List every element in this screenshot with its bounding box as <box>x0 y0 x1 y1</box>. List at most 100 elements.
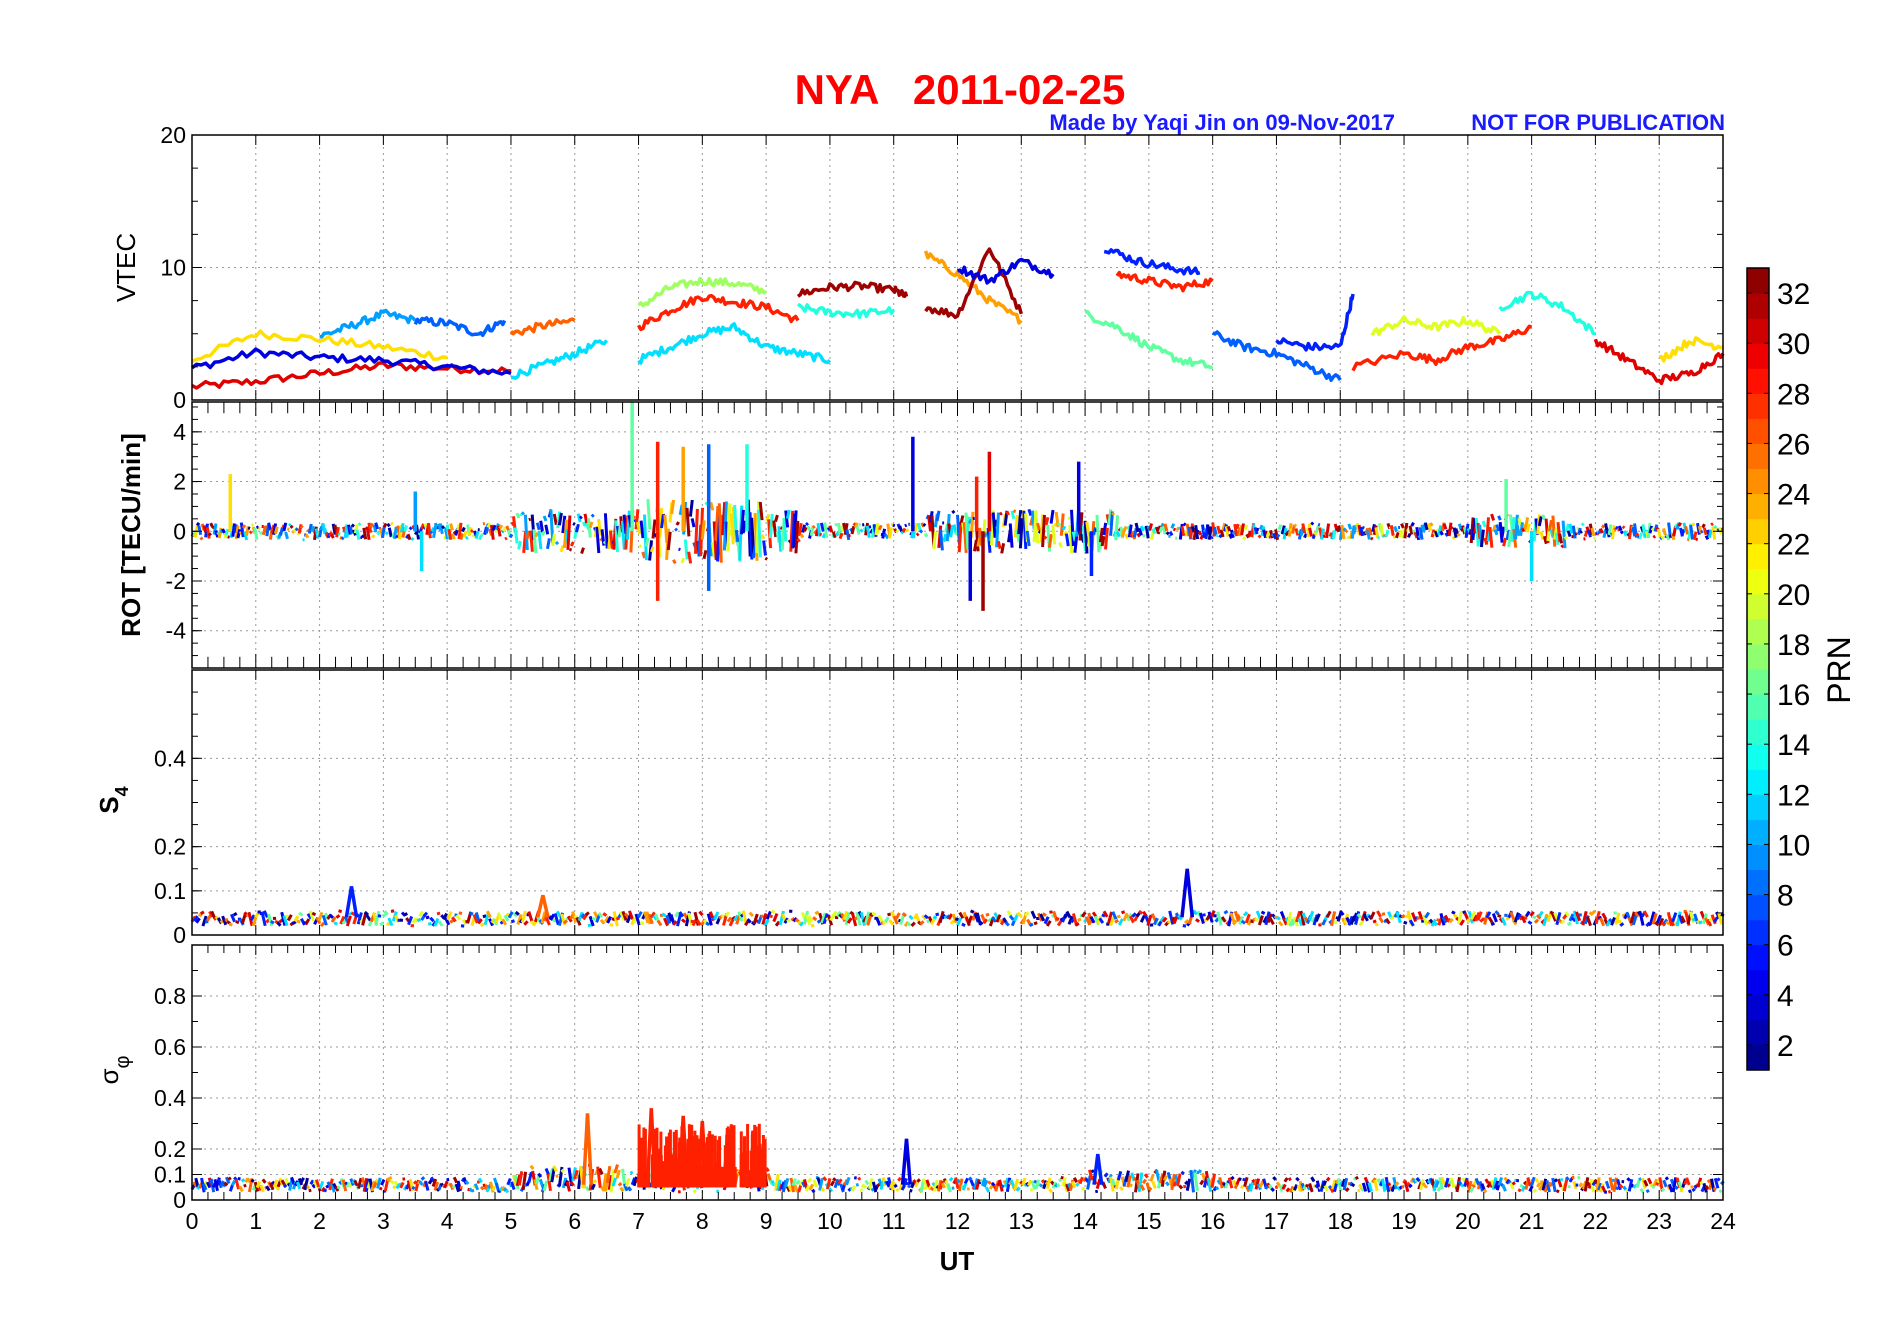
sigma-trace-segment <box>820 1187 826 1192</box>
sigma-label-main: σ <box>94 1068 124 1084</box>
sigma-trace-segment <box>420 1176 426 1181</box>
rot-trace-segment <box>1423 522 1429 531</box>
y-tick-label: 4 <box>173 419 186 445</box>
rot-trace-segment <box>537 530 543 550</box>
sigma-trace-segment <box>897 1176 902 1182</box>
rot-trace-segment <box>528 517 532 522</box>
rot-trace-segment <box>532 529 538 554</box>
rot-trace-segment <box>1451 535 1456 540</box>
colorbar-tick-label: 6 <box>1777 930 1794 963</box>
rot-trace-segment <box>1005 510 1011 516</box>
x-tick-label: 19 <box>1391 1208 1417 1234</box>
colorbar-segment <box>1747 493 1769 520</box>
rot-trace-segment <box>1580 522 1585 527</box>
s4-trace-segment <box>338 909 343 914</box>
sigma-trace-segment <box>822 1176 828 1182</box>
colorbar-segment <box>1747 869 1769 896</box>
rot-trace-segment <box>1384 529 1390 538</box>
s4-trace-segment <box>390 909 395 913</box>
colorbar-label: PRN <box>1821 636 1857 704</box>
rot-trace-segment <box>1394 531 1400 539</box>
rot-trace-segment <box>688 499 694 517</box>
rot-trace-segment <box>796 538 801 543</box>
rot-trace-segment <box>1614 525 1619 530</box>
rot-trace-segment <box>1479 529 1485 548</box>
rot-trace-segment <box>1322 534 1326 538</box>
sigma-trace-segment <box>1460 1183 1465 1188</box>
rot-trace-segment <box>382 522 388 528</box>
colorbar-tick-label: 10 <box>1777 829 1810 862</box>
rot-trace-segment <box>1102 522 1108 536</box>
rot-trace-segment <box>1226 525 1232 532</box>
rot-trace-segment <box>644 537 650 547</box>
s4-trace-segment <box>639 920 645 926</box>
s4-trace-segment <box>482 914 487 919</box>
s4-trace-segment <box>1403 920 1408 925</box>
rot-trace-segment <box>1408 525 1414 535</box>
sigma-trace-segment <box>378 1186 383 1191</box>
sigma-trace-segment <box>1534 1177 1540 1183</box>
rot-trace-segment <box>1367 527 1373 536</box>
rot-trace-segment <box>441 525 446 530</box>
sigma-trace-segment <box>1578 1182 1584 1188</box>
rot-trace-segment <box>1447 522 1453 537</box>
s4-trace-segment <box>1167 920 1171 924</box>
rot-trace-segment <box>1139 525 1145 532</box>
rot-trace-segment <box>819 522 825 532</box>
s4-trace-segment <box>311 911 317 917</box>
s4-trace-segment <box>794 918 800 923</box>
sigma-trace-segment <box>505 1189 510 1194</box>
x-tick-label: 23 <box>1646 1208 1672 1234</box>
rot-trace-segment <box>1539 531 1545 541</box>
rot-trace-segment <box>1449 525 1454 530</box>
rot-trace-segment <box>680 557 686 564</box>
rot-trace-segment <box>1148 523 1154 531</box>
rot-trace-segment <box>195 521 201 527</box>
rot-trace-segment <box>1073 534 1079 553</box>
sigma-trace-segment <box>1718 1189 1723 1194</box>
rot-trace-segment <box>464 536 469 540</box>
x-tick-label: 11 <box>882 1208 906 1234</box>
rot-trace-segment <box>1707 529 1713 539</box>
rot-trace-segment <box>806 525 812 531</box>
rot-trace-segment <box>1240 523 1245 536</box>
s4-trace-segment <box>1497 913 1502 918</box>
rot-trace-segment <box>1560 544 1565 549</box>
s4-trace-segment <box>1619 922 1625 927</box>
sigma-trace-segment <box>1119 1185 1124 1192</box>
rot-trace-segment <box>1638 532 1644 540</box>
s4-trace-segment <box>204 920 209 924</box>
rot-trace-segment <box>649 546 655 553</box>
rot-trace-segment <box>297 523 303 534</box>
rot-trace-segment <box>1036 522 1041 531</box>
sigma-trace-segment <box>1040 1179 1046 1184</box>
rot-trace-segment <box>757 509 762 558</box>
sigma-trace-segment <box>1712 1186 1717 1191</box>
y-tick-label: 0.8 <box>154 983 186 1009</box>
rot-trace-segment <box>1701 523 1706 529</box>
s4-trace-segment <box>296 919 301 924</box>
s4-trace-segment <box>1049 910 1053 914</box>
s4-trace-segment <box>335 914 341 919</box>
s4-trace-segment <box>906 921 912 927</box>
sigma-trace-segment <box>1354 1175 1359 1180</box>
rot-trace-segment <box>670 499 676 515</box>
rot-trace-segment <box>1600 524 1606 529</box>
rot-trace-segment <box>520 511 525 516</box>
sigma-trace-segment <box>1360 1187 1365 1192</box>
rot-trace-segment <box>1025 530 1031 547</box>
rot-trace-segment <box>575 523 580 533</box>
rot-trace-segment <box>294 527 299 532</box>
colorbar-segment <box>1747 568 1769 595</box>
rot-trace-segment <box>942 533 948 543</box>
sigma-trace-segment <box>627 1186 633 1192</box>
rot-trace-segment <box>1149 531 1155 541</box>
rot-trace-segment <box>1700 529 1704 534</box>
publication-notice: NOT FOR PUBLICATION <box>1471 110 1725 135</box>
sigma-trace-segment <box>1015 1186 1021 1192</box>
sigma-trace-segment <box>1577 1175 1581 1180</box>
x-tick-label: 24 <box>1710 1208 1736 1234</box>
sigma-trace-segment <box>1387 1182 1392 1187</box>
s4-trace-segment <box>1116 914 1121 919</box>
rot-trace-segment <box>355 529 361 541</box>
